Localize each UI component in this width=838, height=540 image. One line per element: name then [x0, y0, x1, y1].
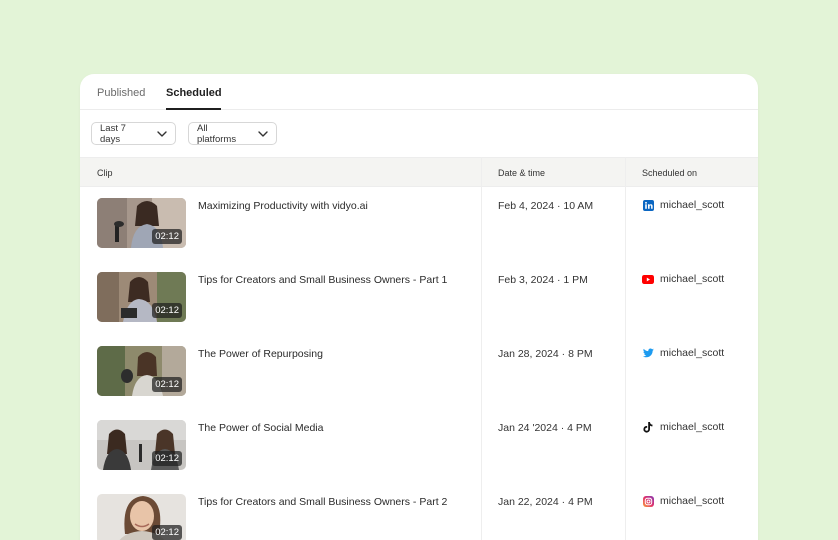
linkedin-icon: [642, 199, 654, 211]
clip-thumbnail[interactable]: 02:12: [97, 346, 186, 396]
clip-thumbnail[interactable]: 02:12: [97, 420, 186, 470]
column-header-datetime: Date & time: [498, 168, 546, 178]
scheduled-account: michael_scott: [642, 495, 724, 507]
column-header-scheduled-on: Scheduled on: [642, 168, 698, 178]
date-range-label: Last 7 days: [100, 122, 126, 145]
date-range-dropdown[interactable]: Last 7 days: [91, 122, 176, 145]
clip-datetime: Jan 24 '2024 · 4 PM: [498, 422, 592, 434]
platform-dropdown[interactable]: All platforms: [188, 122, 277, 145]
clip-datetime: Feb 3, 2024 · 1 PM: [498, 274, 588, 286]
clip-duration: 02:12: [152, 229, 182, 244]
clip-thumbnail[interactable]: 02:12: [97, 494, 186, 540]
clip-duration: 02:12: [152, 377, 182, 392]
clip-title[interactable]: Tips for Creators and Small Business Own…: [198, 274, 447, 286]
scheduled-account: michael_scott: [642, 199, 724, 211]
scheduled-posts-card: Published Scheduled Last 7 days All plat…: [80, 74, 758, 540]
clip-title[interactable]: Maximizing Productivity with vidyo.ai: [198, 200, 368, 212]
clip-title[interactable]: The Power of Social Media: [198, 422, 323, 434]
clip-duration: 02:12: [152, 451, 182, 466]
tiktok-icon: [642, 421, 654, 433]
twitter-icon: [642, 347, 654, 359]
account-name: michael_scott: [660, 495, 725, 507]
clip-thumbnail[interactable]: 02:12: [97, 272, 186, 322]
clip-date: Jan 28, 2024: [498, 348, 559, 360]
instagram-icon: [642, 495, 654, 507]
clip-time: 8 PM: [568, 348, 593, 360]
youtube-icon: [642, 273, 654, 285]
filter-bar: Last 7 days All platforms: [91, 122, 277, 145]
tab-published[interactable]: Published: [97, 87, 145, 99]
account-name: michael_scott: [660, 347, 725, 359]
table-row[interactable]: 02:12 Maximizing Productivity with vidyo…: [80, 187, 758, 261]
clip-date: Jan 22, 2024: [498, 496, 559, 508]
table-row[interactable]: 02:12 Tips for Creators and Small Busine…: [80, 483, 758, 540]
table-header: Clip Date & time Scheduled on: [80, 157, 758, 187]
table-row[interactable]: 02:12 The Power of Repurposing Jan 28, 2…: [80, 335, 758, 409]
account-name: michael_scott: [660, 421, 725, 433]
clip-time: 4 PM: [567, 422, 592, 434]
table-row[interactable]: 02:12 Tips for Creators and Small Busine…: [80, 261, 758, 335]
column-header-clip: Clip: [97, 168, 113, 178]
clip-date: Jan 24 '2024: [498, 422, 558, 434]
clip-thumbnail[interactable]: 02:12: [97, 198, 186, 248]
tab-bar: Published Scheduled: [80, 74, 758, 110]
account-name: michael_scott: [660, 199, 725, 211]
platform-label: All platforms: [197, 122, 237, 145]
clip-duration: 02:12: [152, 525, 182, 540]
active-tab-indicator: [166, 108, 221, 110]
scheduled-account: michael_scott: [642, 347, 724, 359]
clip-time: 4 PM: [568, 496, 593, 508]
account-name: michael_scott: [660, 273, 725, 285]
chevron-down-icon: [157, 130, 167, 137]
clip-time: 10 AM: [563, 200, 594, 212]
clip-time: 1 PM: [563, 274, 588, 286]
clip-datetime: Jan 22, 2024 · 4 PM: [498, 496, 593, 508]
clip-title[interactable]: Tips for Creators and Small Business Own…: [198, 496, 447, 508]
tab-scheduled[interactable]: Scheduled: [166, 87, 222, 99]
scheduled-account: michael_scott: [642, 421, 724, 433]
clip-date: Feb 4, 2024: [498, 200, 555, 212]
clip-title[interactable]: The Power of Repurposing: [198, 348, 323, 360]
clip-date: Feb 3, 2024: [498, 274, 555, 286]
scheduled-account: michael_scott: [642, 273, 724, 285]
clip-datetime: Feb 4, 2024 · 10 AM: [498, 200, 594, 212]
clip-duration: 02:12: [152, 303, 182, 318]
chevron-down-icon: [258, 130, 268, 137]
table-row[interactable]: 02:12 The Power of Social Media Jan 24 '…: [80, 409, 758, 483]
clip-datetime: Jan 28, 2024 · 8 PM: [498, 348, 593, 360]
